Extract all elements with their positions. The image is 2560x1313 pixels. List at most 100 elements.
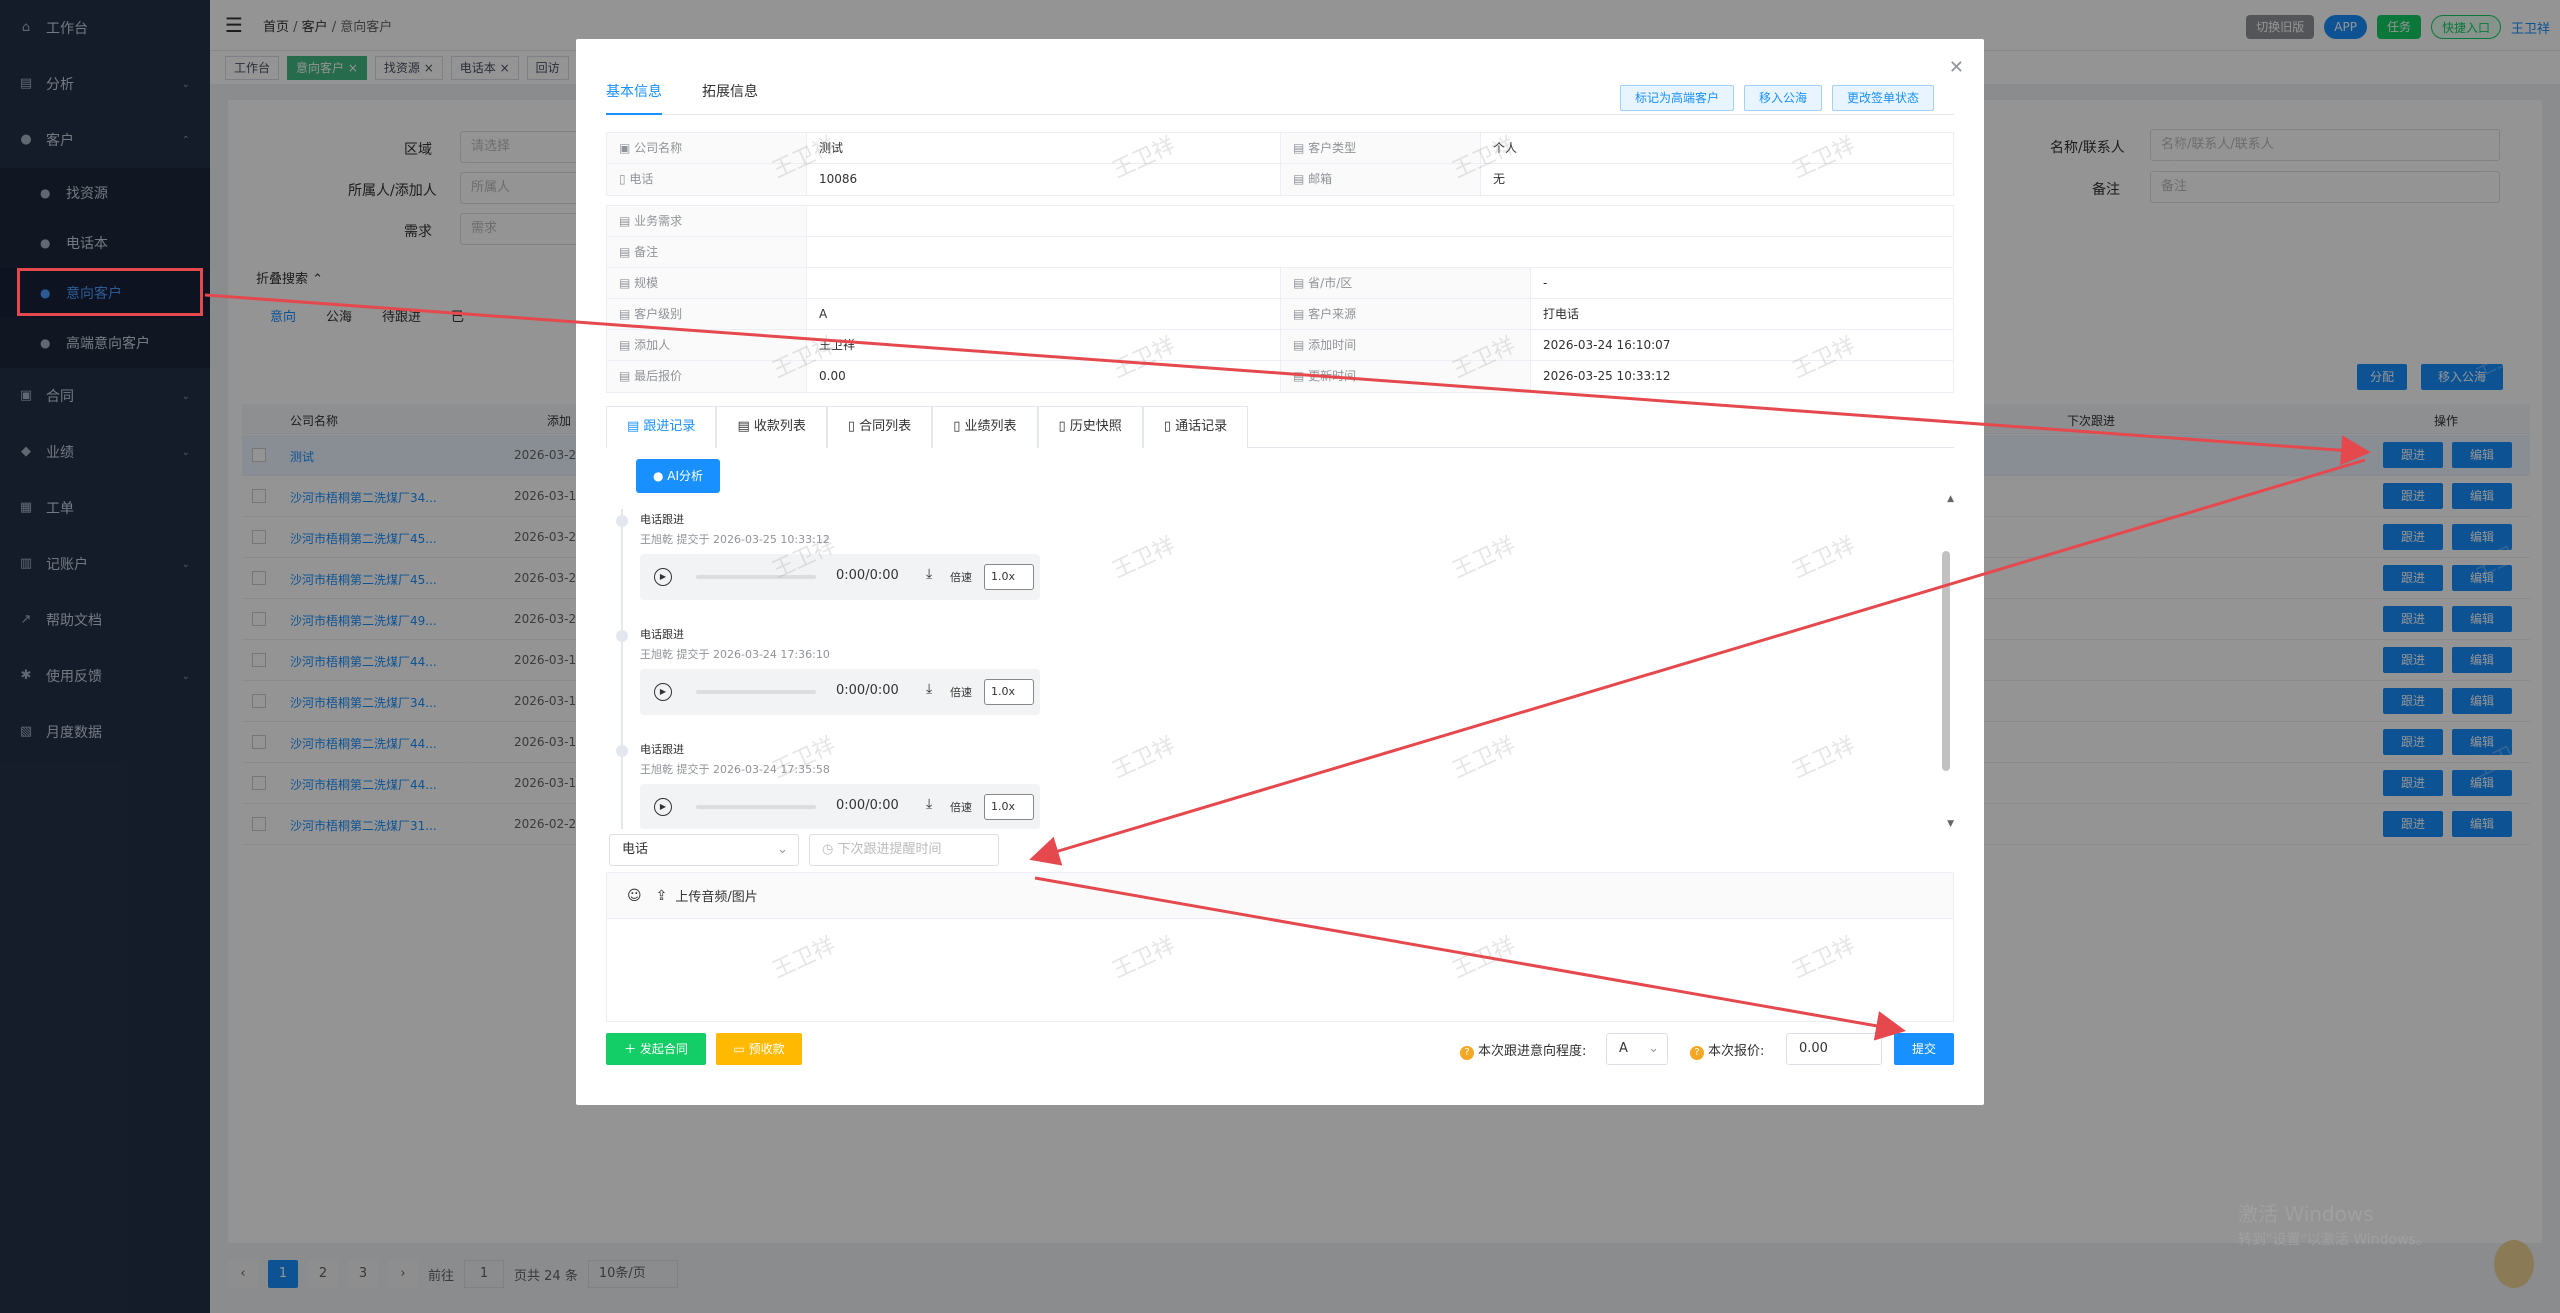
follow-method-value: 电话: [622, 842, 649, 857]
download-icon[interactable]: ⤓: [926, 681, 932, 697]
question-icon: ?: [1460, 1046, 1474, 1060]
audio-progress[interactable]: [696, 690, 816, 694]
change-sign-status-button[interactable]: 更改签单状态: [1831, 85, 1934, 111]
record-meta: 王旭乾 提交于 2026-03-25 10:33:12: [640, 533, 830, 546]
next-follow-placeholder: 下次跟进提醒时间: [837, 842, 942, 857]
tab-contracts[interactable]: ▯ 合同列表: [826, 406, 933, 448]
tab-extended-info[interactable]: 拓展信息: [702, 81, 758, 115]
pre-receipt-label: 预收款: [748, 1042, 785, 1056]
value-last-quote: 0.00: [807, 361, 1281, 392]
wallet-icon: ▭: [733, 1042, 745, 1056]
audio-time: 0:00/0:00: [836, 568, 899, 583]
tab-receipts[interactable]: ▤ 收款列表: [716, 406, 827, 448]
timeline-dot: [616, 515, 628, 527]
value-update-time: 2026-03-25 10:33:12: [1543, 369, 1671, 383]
scroll-down-icon[interactable]: ▼: [1947, 819, 1954, 829]
audio-player[interactable]: ▶ 0:00/0:00 ⤓ 倍速 1.0x: [640, 554, 1040, 600]
record-tabs: ▤ 跟进记录 ▤ 收款列表 ▯ 合同列表 ▯ 业绩列表 ▯ 历史快照 ▯ 通话记…: [606, 406, 1954, 448]
quote-label: ? 本次报价:: [1690, 1040, 1764, 1060]
play-icon[interactable]: ▶: [654, 798, 672, 816]
value-phone: 10086: [807, 164, 1281, 195]
label-add-time: ▤ 添加时间: [1281, 330, 1531, 360]
label-adder: ▤ 添加人: [607, 330, 807, 360]
timeline-line: [621, 509, 623, 829]
record-meta: 王旭乾 提交于 2026-03-24 17:36:10: [640, 648, 830, 661]
audio-player[interactable]: ▶ 0:00/0:00 ⤓ 倍速 1.0x: [640, 784, 1040, 829]
value-add-time: 2026-03-24 16:10:07: [1543, 338, 1671, 352]
speed-select[interactable]: 1.0x: [984, 564, 1034, 590]
label-last-quote: ▤ 最后报价: [607, 361, 807, 392]
speed-select[interactable]: 1.0x: [984, 794, 1034, 820]
speed-select[interactable]: 1.0x: [984, 679, 1034, 705]
play-icon[interactable]: ▶: [654, 683, 672, 701]
timeline-dot: [616, 745, 628, 757]
value-demand: [807, 206, 1953, 236]
move-to-sea-button[interactable]: 移入公海: [1743, 85, 1822, 111]
value-scale: [807, 268, 1281, 298]
value-email: 无: [1493, 172, 1506, 186]
clock-icon: ◷: [822, 842, 834, 857]
next-follow-time-input[interactable]: ◷ 下次跟进提醒时间: [809, 834, 999, 866]
chevron-down-icon: ⌄: [1648, 1041, 1659, 1056]
play-icon[interactable]: ▶: [654, 568, 672, 586]
plus-icon: ＋: [624, 1042, 637, 1056]
download-icon[interactable]: ⤓: [926, 796, 932, 812]
emoji-icon[interactable]: ☺: [627, 888, 642, 904]
start-contract-button[interactable]: ＋ 发起合同: [606, 1033, 706, 1065]
label-province: ▤ 省/市/区: [1281, 268, 1531, 298]
download-icon[interactable]: ⤓: [926, 566, 932, 582]
scroll-up-icon[interactable]: ▲: [1947, 494, 1954, 504]
follow-method-select[interactable]: 电话 ⌄: [609, 834, 799, 866]
pre-receipt-button[interactable]: ▭ 预收款: [716, 1033, 802, 1065]
intent-level-label: ? 本次跟进意向程度:: [1460, 1040, 1586, 1060]
close-icon[interactable]: ✕: [1949, 57, 1964, 78]
question-icon: ?: [1690, 1046, 1704, 1060]
label-source: ▤ 客户来源: [1281, 299, 1531, 329]
highlight-box: [17, 268, 203, 316]
label-demand: ▤ 业务需求: [607, 206, 807, 236]
chevron-down-icon: ⌄: [777, 842, 788, 857]
audio-progress[interactable]: [696, 805, 816, 809]
timeline-scrollbar[interactable]: [1942, 551, 1950, 771]
customer-detail-modal: ✕ 基本信息 拓展信息 标记为高端客户 移入公海 更改签单状态 ▣ 公司名称 测试…: [576, 39, 1984, 1105]
avatar[interactable]: [2494, 1240, 2534, 1288]
timeline-dot: [616, 630, 628, 642]
tab-history-snapshot[interactable]: ▯ 历史快照: [1037, 406, 1143, 448]
value-remark: [807, 237, 1953, 267]
audio-time: 0:00/0:00: [836, 798, 899, 813]
label-customer-type: ▤ 客户类型: [1281, 133, 1481, 163]
upload-media-button[interactable]: 上传音频/图片: [675, 886, 757, 905]
label-company-name: ▣ 公司名称: [607, 133, 807, 163]
quote-input[interactable]: 0.00: [1786, 1033, 1882, 1065]
mark-premium-button[interactable]: 标记为高端客户: [1619, 85, 1734, 111]
tab-call-records[interactable]: ▯ 通话记录: [1142, 406, 1249, 448]
tab-basic-info[interactable]: 基本信息: [606, 81, 662, 115]
audio-progress[interactable]: [696, 575, 816, 579]
tab-performance[interactable]: ▯ 业绩列表: [932, 406, 1038, 448]
value-source: 打电话: [1543, 307, 1580, 321]
label-update-time: ▤ 更新时间: [1281, 361, 1531, 392]
editor-toolbar: ☺ ⇪ 上传音频/图片: [607, 873, 1953, 919]
info-table-primary: ▣ 公司名称 测试 ▤ 客户类型 个人 ▯ 电话 10086 ▤ 邮箱无: [606, 132, 1954, 196]
tab-follow-records[interactable]: ▤ 跟进记录: [606, 406, 717, 448]
ai-analysis-label: AI分析: [667, 469, 704, 483]
submit-button[interactable]: 提交: [1894, 1033, 1954, 1065]
value-level: A: [807, 299, 1281, 329]
follow-timeline: 电话跟进 王旭乾 提交于 2026-03-25 10:33:12 ▶ 0:00/0:0…: [606, 499, 1936, 829]
intent-level-select[interactable]: A ⌄: [1606, 1033, 1668, 1065]
bulb-icon: ●: [652, 469, 664, 483]
record-meta: 王旭乾 提交于 2026-03-24 17:35:58: [640, 763, 830, 776]
label-remark: ▤ 备注: [607, 237, 807, 267]
label-email: ▤ 邮箱: [1281, 164, 1481, 195]
label-scale: ▤ 规模: [607, 268, 807, 298]
ai-analysis-button[interactable]: ● AI分析: [636, 459, 720, 493]
audio-time: 0:00/0:00: [836, 683, 899, 698]
follow-editor[interactable]: ☺ ⇪ 上传音频/图片: [606, 872, 1954, 1022]
record-title: 电话跟进: [640, 628, 684, 641]
speed-label: 倍速: [950, 686, 972, 699]
record-title: 电话跟进: [640, 513, 684, 526]
value-adder: 王卫祥: [807, 330, 1281, 360]
audio-player[interactable]: ▶ 0:00/0:00 ⤓ 倍速 1.0x: [640, 669, 1040, 715]
start-contract-label: 发起合同: [639, 1042, 688, 1056]
upload-icon[interactable]: ⇪: [656, 888, 668, 904]
